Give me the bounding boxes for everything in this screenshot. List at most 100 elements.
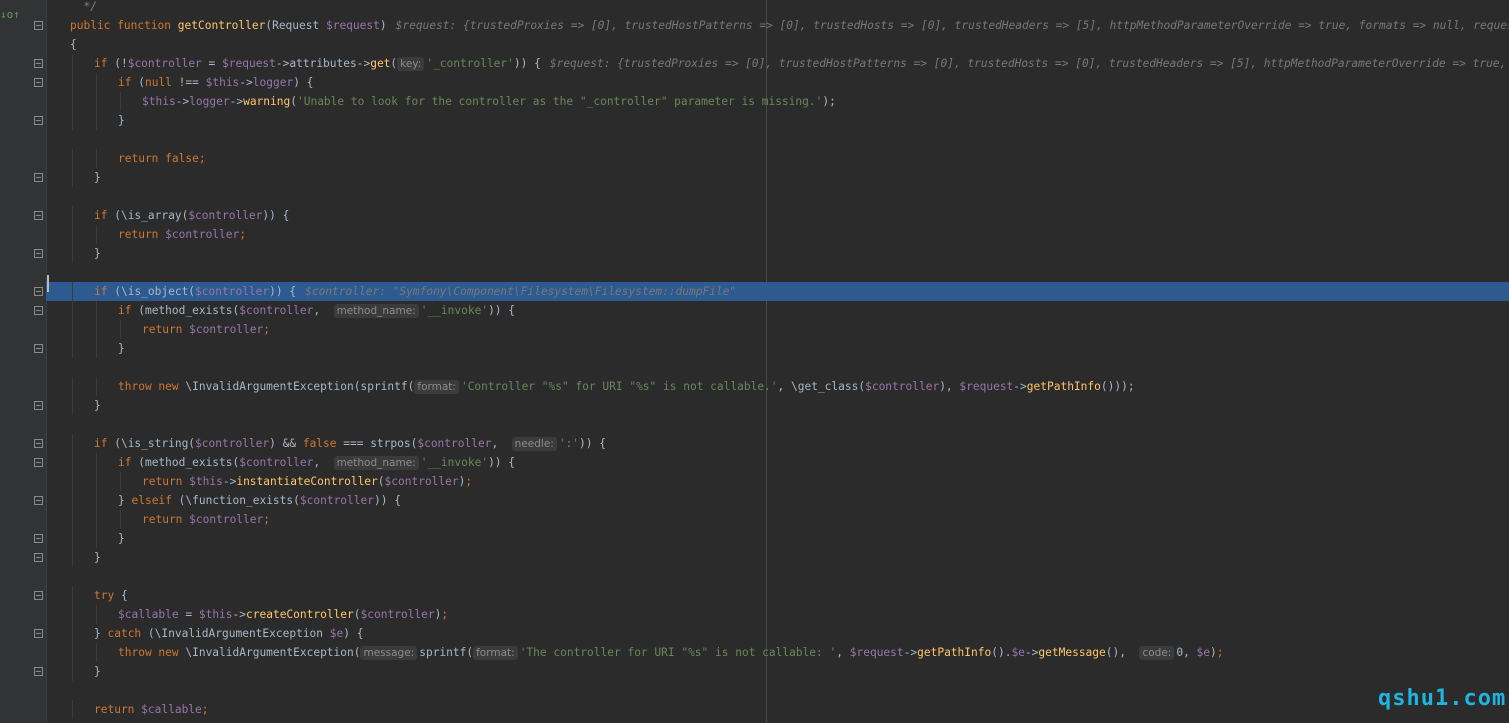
code-line[interactable]: { — [46, 35, 1509, 54]
fold-marker-icon[interactable] — [34, 306, 43, 315]
code-text: } — [94, 548, 101, 567]
code-token: (\is_string( — [114, 437, 196, 450]
code-line[interactable]: return $callable; — [46, 700, 1509, 719]
code-line[interactable]: return $controller; — [46, 320, 1509, 339]
fold-marker-icon[interactable] — [34, 59, 43, 68]
code-token: { — [70, 38, 77, 51]
indent-guide — [72, 320, 73, 339]
fold-marker-icon[interactable] — [34, 667, 43, 676]
code-line[interactable]: $this->logger->warning('Unable to look f… — [46, 92, 1509, 111]
code-token: !== — [171, 76, 206, 89]
code-line[interactable]: throw new \InvalidArgumentException(mess… — [46, 643, 1509, 662]
code-token: get — [370, 57, 391, 70]
code-line[interactable]: return $controller; — [46, 225, 1509, 244]
fold-marker-icon[interactable] — [34, 211, 43, 220]
fold-marker-icon[interactable] — [34, 439, 43, 448]
fold-marker-icon[interactable] — [34, 496, 43, 505]
watermark: qshu1.com — [1378, 686, 1507, 711]
indent-guide — [72, 510, 73, 529]
code-token: $controller — [165, 228, 240, 241]
fold-marker-icon[interactable] — [34, 173, 43, 182]
code-line[interactable]: if (\is_string($controller) && false ===… — [46, 434, 1509, 453]
code-token: -> — [239, 76, 253, 89]
indent-guide — [72, 472, 73, 491]
code-token: $controller — [188, 209, 263, 222]
fold-marker-icon[interactable] — [34, 401, 43, 410]
indent-guide — [72, 662, 73, 681]
code-line[interactable]: return false; — [46, 149, 1509, 168]
code-line[interactable]: } — [46, 168, 1509, 187]
indent-guide — [96, 453, 97, 472]
code-line[interactable]: } — [46, 662, 1509, 681]
code-text: } — [118, 529, 125, 548]
editor-gutter[interactable]: ↓o↑ — [0, 0, 47, 723]
code-line[interactable]: } — [46, 529, 1509, 548]
code-line[interactable]: } — [46, 244, 1509, 263]
inline-debug-value[interactable]: $request: {trustedProxies => [0], truste… — [396, 19, 1509, 32]
code-token: ; — [263, 513, 270, 526]
code-line[interactable]: if (null !== $this->logger) { — [46, 73, 1509, 92]
code-line[interactable]: if (!$controller = $request->attributes-… — [46, 54, 1509, 73]
code-token: ), — [939, 380, 960, 393]
fold-marker-icon[interactable] — [34, 591, 43, 600]
code-token: if — [118, 76, 139, 89]
fold-marker-icon[interactable] — [34, 344, 43, 353]
code-line[interactable]: public function getController(Request $r… — [46, 16, 1509, 35]
code-line[interactable]: } — [46, 396, 1509, 415]
fold-marker-icon[interactable] — [34, 249, 43, 258]
code-line[interactable] — [46, 187, 1509, 206]
fold-marker-icon[interactable] — [34, 116, 43, 125]
code-line[interactable] — [46, 681, 1509, 700]
code-line[interactable] — [46, 567, 1509, 586]
code-token: ) && — [269, 437, 303, 450]
code-line[interactable]: $callable = $this->createController($con… — [46, 605, 1509, 624]
code-text: } — [118, 339, 125, 358]
code-line[interactable]: return $this->instantiateController($con… — [46, 472, 1509, 491]
inline-debug-value[interactable]: $request: {trustedProxies => [0], truste… — [550, 57, 1509, 70]
code-token: } — [118, 342, 125, 355]
code-line[interactable]: return $controller; — [46, 510, 1509, 529]
code-line[interactable]: */ — [46, 0, 1509, 16]
code-line[interactable]: } — [46, 339, 1509, 358]
code-line-highlighted[interactable]: if (\is_object($controller)) {$controlle… — [46, 282, 1509, 301]
code-token: } — [118, 114, 125, 127]
code-line[interactable] — [46, 130, 1509, 149]
fold-marker-icon[interactable] — [34, 78, 43, 87]
code-text: if (\is_object($controller)) {$controlle… — [94, 282, 736, 301]
fold-marker-icon[interactable] — [34, 287, 43, 296]
code-token: null — [144, 76, 172, 89]
code-line[interactable] — [46, 358, 1509, 377]
code-token: (), — [1105, 646, 1140, 659]
code-token: if — [118, 456, 139, 469]
code-token: , — [313, 456, 334, 469]
code-line[interactable]: if (method_exists($controller, method_na… — [46, 301, 1509, 320]
code-editor[interactable]: ↓o↑ */ public function getController(Requ… — [0, 0, 1509, 723]
inline-debug-value[interactable]: $controller: "Symfony\Component\Filesyst… — [305, 285, 736, 298]
code-line[interactable]: if (\is_array($controller)) { — [46, 206, 1509, 225]
code-line[interactable] — [46, 263, 1509, 282]
fold-marker-icon[interactable] — [34, 534, 43, 543]
code-line[interactable]: } — [46, 111, 1509, 130]
code-line[interactable]: } elseif (\function_exists($controller))… — [46, 491, 1509, 510]
code-line[interactable] — [46, 415, 1509, 434]
fold-marker-icon[interactable] — [34, 553, 43, 562]
code-line[interactable]: if (method_exists($controller, method_na… — [46, 453, 1509, 472]
code-line[interactable]: } catch (\InvalidArgumentException $e) { — [46, 624, 1509, 643]
code-line[interactable]: throw new \InvalidArgumentException(spri… — [46, 377, 1509, 396]
code-token: $controller — [189, 513, 264, 526]
fold-marker-icon[interactable] — [34, 21, 43, 30]
override-method-icon[interactable]: ↓o↑ — [0, 8, 20, 21]
code-token: === strpos( — [336, 437, 418, 450]
code-line[interactable]: } — [46, 719, 1509, 723]
code-line[interactable]: try { — [46, 586, 1509, 605]
parameter-hint: format: — [473, 646, 518, 660]
code-token: } — [118, 494, 132, 507]
fold-marker-icon[interactable] — [34, 458, 43, 467]
fold-marker-icon[interactable] — [34, 629, 43, 638]
code-line[interactable]: } — [46, 548, 1509, 567]
code-token: ; — [198, 152, 206, 165]
code-token: ; — [465, 475, 473, 488]
code-token: getPathInfo — [917, 646, 992, 659]
code-token: $controller — [417, 437, 492, 450]
code-token: ())); — [1100, 380, 1135, 393]
